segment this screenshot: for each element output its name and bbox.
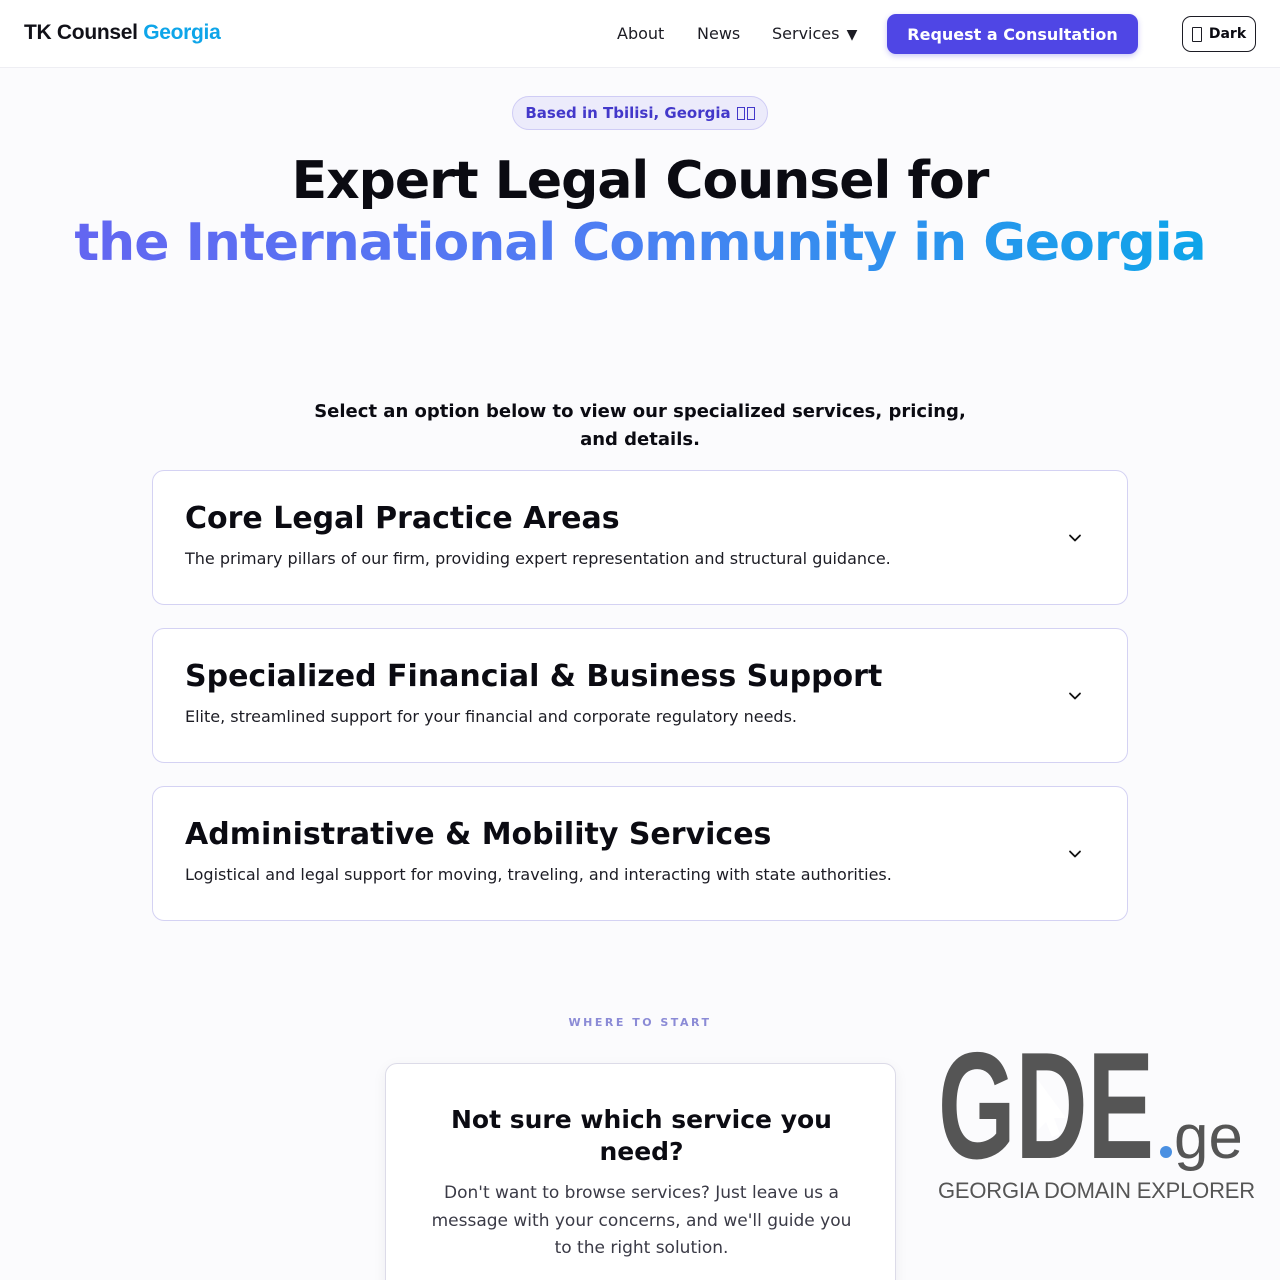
caret-down-icon: ▼ xyxy=(846,27,858,43)
request-consultation-button[interactable]: Request a Consultation xyxy=(887,14,1138,54)
gde-logo-caption: GEORGIA DOMAIN EXPLORER xyxy=(938,1178,1255,1203)
brand-name: TK Counsel xyxy=(24,21,138,44)
accordion-title: Core Legal Practice Areas xyxy=(185,501,620,536)
nav-news-link[interactable]: News xyxy=(697,24,740,43)
georgia-flag-icon xyxy=(736,106,755,120)
where-to-start-title: Not sure which service you need? xyxy=(451,1105,832,1166)
accordion-description: Logistical and legal support for moving,… xyxy=(185,865,892,884)
brand-region: Georgia xyxy=(143,21,221,44)
accordion-description: Elite, streamlined support for your fina… xyxy=(185,707,797,726)
chevron-down-icon xyxy=(1069,692,1081,700)
hero-title-line-2: the International Community in Georgia xyxy=(74,213,1206,273)
hero-title: Expert Legal Counsel for the Internation… xyxy=(0,150,1280,274)
accordion-financial-business[interactable]: Specialized Financial & Business Support… xyxy=(152,628,1128,763)
dark-mode-toggle[interactable]: Dark xyxy=(1182,16,1256,52)
nav-about-link[interactable]: About xyxy=(617,24,664,43)
where-to-start-body: Don't want to browse services? Just leav… xyxy=(431,1183,852,1258)
svg-text:ge: ge xyxy=(1174,1103,1240,1172)
services-intro-text: Select an option below to view our speci… xyxy=(314,401,966,450)
where-to-start-eyebrow: WHERE TO START xyxy=(568,1016,712,1029)
nav-services-dropdown[interactable]: Services ▼ xyxy=(772,24,857,43)
where-to-start-card: Not sure which service you need? Don't w… xyxy=(385,1063,896,1280)
accordion-title: Administrative & Mobility Services xyxy=(185,817,772,852)
accordion-description: The primary pillars of our firm, providi… xyxy=(185,549,891,568)
accordion-administrative-mobility[interactable]: Administrative & Mobility Services Logis… xyxy=(152,786,1128,921)
chevron-down-icon xyxy=(1069,534,1081,542)
accordion-core-legal[interactable]: Core Legal Practice Areas The primary pi… xyxy=(152,470,1128,605)
nav-services-label: Services xyxy=(772,24,840,43)
site-header: TK Counsel Georgia About News Services ▼… xyxy=(0,0,1280,68)
location-badge-text: Based in Tbilisi, Georgia xyxy=(525,104,731,122)
chevron-down-icon xyxy=(1069,850,1081,858)
accordion-title: Specialized Financial & Business Support xyxy=(185,659,883,694)
hero-title-line-1: Expert Legal Counsel for xyxy=(291,151,990,211)
dark-mode-label: Dark xyxy=(1208,26,1247,42)
moon-icon xyxy=(1191,26,1202,42)
location-badge: Based in Tbilisi, Georgia xyxy=(512,96,768,130)
brand-logo[interactable]: TK Counsel Georgia xyxy=(24,21,221,45)
